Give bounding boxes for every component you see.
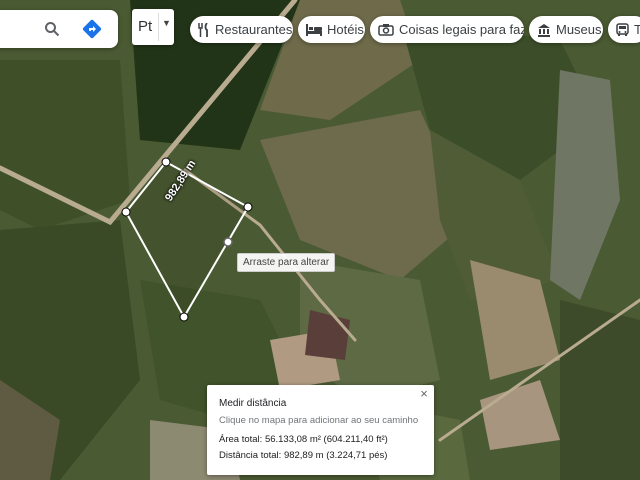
chip-hotels[interactable]: Hotéis [298,16,365,43]
chip-label: Hotéis [327,22,364,37]
chip-restaurants[interactable]: Restaurantes [190,16,293,43]
close-icon[interactable]: × [417,387,431,401]
layer-switcher-label: Pt [138,18,153,35]
measure-point[interactable] [161,157,171,167]
measure-distance-panel: Medir distância Clique no mapa para adic… [207,385,434,475]
directions-icon[interactable] [82,19,102,39]
museum-icon [537,22,551,38]
measure-point[interactable] [121,207,131,217]
measure-point[interactable] [243,202,253,212]
chip-label: Museus [556,22,602,37]
chip-transit[interactable]: Tr [608,16,640,43]
search-box[interactable] [0,10,118,48]
chip-museums[interactable]: Museus [529,16,603,43]
chip-label: Coisas legais para fazer [399,22,524,37]
chip-label: Restaurantes [215,22,293,37]
measure-point[interactable] [179,312,189,322]
caret-down-icon[interactable]: ▼ [162,18,171,28]
chip-things-to-do[interactable]: Coisas legais para fazer [370,16,524,43]
search-icon[interactable] [42,19,62,39]
total-area: Área total: 56.133,08 m² (604.211,40 ft²… [219,434,388,445]
divider [158,13,159,41]
camera-icon [378,22,394,38]
panel-hint: Clique no mapa para adicionar ao seu cam… [219,415,419,426]
measure-midpoint-handle[interactable] [223,237,233,247]
panel-title: Medir distância [219,398,287,409]
fork-knife-icon [198,22,210,38]
drag-tooltip: Arraste para alterar [237,253,336,272]
layer-switcher[interactable]: Pt ▼ [132,9,174,45]
total-distance: Distância total: 982,89 m (3.224,71 pés) [219,450,388,461]
bus-icon [616,22,629,38]
bed-icon [306,22,322,38]
chip-label: Tr [634,22,640,37]
